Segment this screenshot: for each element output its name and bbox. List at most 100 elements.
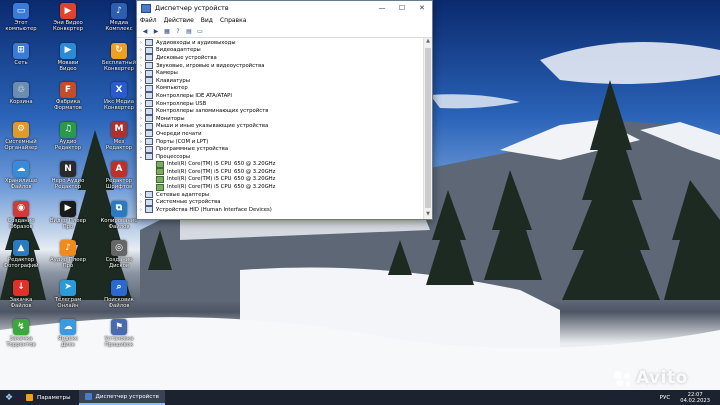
watermark: Avito <box>636 368 688 388</box>
desktop-icon-telegram[interactable]: ➤ Телеграм Онлайн <box>47 279 89 310</box>
desktop-icon-media[interactable]: ♪ Медиа Комплекс <box>98 3 140 33</box>
vertical-scrollbar[interactable]: ▲ ▼ <box>423 38 432 219</box>
processor-icon <box>156 183 164 191</box>
menu-help[interactable]: Справка <box>220 17 246 24</box>
chevron-right-icon[interactable]: › <box>137 40 145 46</box>
tree-category-label: Программные устройства <box>156 146 229 153</box>
processor-item[interactable]: Intel(R) Core(TM) i5 CPU 650 @ 3.20GHz <box>137 175 424 184</box>
desktop-icon-video-player[interactable]: ▶ Видео Плеер Про <box>47 200 89 231</box>
tree-category[interactable]: › Устройства HID (Human Interface Devices… <box>137 206 424 214</box>
desktop-icon-file-search[interactable]: ⌕ Поисковик Файлов <box>98 279 140 310</box>
desktop-icon-yandex-disk[interactable]: ☁ Яндекс Диск <box>47 319 89 349</box>
tree-category[interactable]: › Камеры <box>137 69 424 77</box>
desktop-icon-storage[interactable]: ☁ Хранилище Файлов <box>0 161 42 191</box>
processor-item[interactable]: Intel(R) Core(TM) i5 CPU 650 @ 3.20GHz <box>137 168 424 176</box>
taskbar-item-settings[interactable]: Параметры <box>20 390 77 405</box>
chevron-down-icon[interactable]: ⌄ <box>137 154 145 160</box>
chevron-right-icon[interactable]: › <box>137 63 145 69</box>
tree-category[interactable]: › Мониторы <box>137 115 424 123</box>
language-indicator[interactable]: РУС <box>660 395 671 401</box>
chevron-right-icon[interactable]: › <box>137 199 145 205</box>
forward-icon[interactable]: ▶ <box>152 27 160 35</box>
tree-category[interactable]: › Дисковые устройства <box>137 54 424 62</box>
tree-category[interactable]: › Контроллеры IDE ATA/ATAPI <box>137 92 424 100</box>
menu-action[interactable]: Действие <box>164 17 194 24</box>
chevron-right-icon[interactable]: › <box>137 70 145 76</box>
desktop-icon-editor[interactable]: M Мез Редактор <box>98 121 140 152</box>
desktop-icon-video-editor[interactable]: ▶ Мовави Видео <box>47 42 89 73</box>
desktop-icon-copy-files[interactable]: ⧉ Копирование Файлов <box>98 200 140 231</box>
tree-category[interactable]: › Звуковые, игровые и видеоустройства <box>137 62 424 70</box>
desktop-icon-font-editor[interactable]: A Редактор Шрифтов <box>98 161 140 191</box>
tree-category[interactable]: › Программные устройства <box>137 145 424 153</box>
tree-category[interactable]: ⌄ Процессоры <box>137 153 424 161</box>
tree-category[interactable]: › Контроллеры запоминающих устройств <box>137 107 424 115</box>
desktop-icon-network[interactable]: ⊞ Сеть <box>0 42 42 66</box>
desktop-icon-download[interactable]: ↓ Закачка Файлов <box>0 279 42 310</box>
desktop-icon-photo-editor[interactable]: ▲ Редактор Фотографий <box>0 240 42 270</box>
chevron-right-icon[interactable]: › <box>137 116 145 122</box>
maximize-button[interactable]: ☐ <box>392 1 412 15</box>
title-bar[interactable]: Диспетчер устройств — ☐ ✕ <box>137 1 432 15</box>
scroll-down-icon[interactable]: ▼ <box>424 211 432 219</box>
desktop-icon-nero[interactable]: N Неро Аудио Редактор <box>47 161 89 191</box>
chevron-right-icon[interactable]: › <box>137 47 145 53</box>
processor-item[interactable]: Intel(R) Core(TM) i5 CPU 650 @ 3.20GHz <box>137 160 424 169</box>
desktop-icon-computer[interactable]: ▭ Этот компьютер <box>0 3 42 33</box>
desktop-icon-torrent[interactable]: ↯ Закачка Торрентов <box>0 319 42 349</box>
desktop: ▭ Этот компьютер ▶ Эни Видео Конвертер ♪ Меди… <box>0 0 720 390</box>
desktop-icon-video-converter[interactable]: ▶ Эни Видео Конвертер <box>47 3 89 33</box>
help-icon[interactable]: ? <box>174 27 182 35</box>
properties-icon[interactable]: ▦ <box>163 27 171 35</box>
device-manager-window[interactable]: Диспетчер устройств — ☐ ✕ Файл Действие … <box>136 0 433 220</box>
desktop-icon-media-converter[interactable]: X Икс Медиа Конвертер <box>98 82 140 112</box>
tree-category[interactable]: › Компьютер <box>137 84 424 93</box>
chevron-right-icon[interactable]: › <box>137 146 145 152</box>
tree-category[interactable]: › Контроллеры USB <box>137 100 424 108</box>
tree-category[interactable]: › Мыши и иные указывающие устройства <box>137 122 424 131</box>
tree-category[interactable]: › Порты (COM и LPT) <box>137 138 424 146</box>
desktop-icon-audio-editor[interactable]: ♫ Аудио Редактор <box>47 121 89 152</box>
chevron-right-icon[interactable]: › <box>137 85 145 91</box>
desktop-icon-firmware[interactable]: ⚑ Установка Прошивок <box>98 319 140 349</box>
chevron-right-icon[interactable]: › <box>137 207 145 213</box>
desktop-icon-format-factory[interactable]: F Фабрика Форматов <box>47 82 89 112</box>
desktop-icon-recycle-bin[interactable]: ♲ Корзина <box>0 82 42 105</box>
chevron-right-icon[interactable]: › <box>137 55 145 61</box>
chevron-right-icon[interactable]: › <box>137 93 145 99</box>
menu-view[interactable]: Вид <box>201 17 213 24</box>
start-button[interactable]: ❖ <box>0 390 18 405</box>
close-button[interactable]: ✕ <box>412 1 432 15</box>
tree-category[interactable]: › Системные устройства <box>137 198 424 206</box>
chevron-right-icon[interactable]: › <box>137 131 145 137</box>
desktop-icon-label: Яндекс Диск <box>57 336 79 349</box>
desktop-icon-disc-burner[interactable]: ◎ Создание Дисков <box>98 240 140 270</box>
chevron-right-icon[interactable]: › <box>137 139 145 145</box>
processor-item[interactable]: Intel(R) Core(TM) i5 CPU 650 @ 3.20GHz <box>137 183 424 191</box>
desktop-icon-disc-image[interactable]: ◉ Создание Образов <box>0 200 42 231</box>
chevron-right-icon[interactable]: › <box>137 78 145 84</box>
copy-files-icon: ⧉ <box>111 200 127 217</box>
desktop-icon-audio-player[interactable]: ♪ Аудио Плеер Про <box>47 240 89 270</box>
disc-image-icon: ◉ <box>13 200 29 217</box>
chevron-right-icon[interactable]: › <box>137 123 145 129</box>
monitor-icon[interactable]: ▭ <box>196 27 204 35</box>
minimize-button[interactable]: — <box>372 1 392 15</box>
desktop-icon-converter[interactable]: ↻ Бесплатный Конвертер <box>98 42 140 73</box>
menu-file[interactable]: Файл <box>140 17 157 24</box>
tree-category[interactable]: › Клавиатуры <box>137 77 424 85</box>
tree-category[interactable]: › Видеоадаптеры <box>137 46 424 55</box>
back-icon[interactable]: ◀ <box>141 27 149 35</box>
scroll-up-icon[interactable]: ▲ <box>424 38 432 46</box>
chevron-right-icon[interactable]: › <box>137 192 145 198</box>
desktop-icon-organizer[interactable]: ⚙ Системный Органайзер <box>0 121 42 152</box>
details-icon[interactable]: ▤ <box>185 27 193 35</box>
tree-category[interactable]: › Аудиовходы и аудиовыходы <box>137 39 424 47</box>
clock[interactable]: 22:07 04.02.2023 <box>680 392 710 404</box>
scroll-thumb[interactable] <box>425 48 431 208</box>
chevron-right-icon[interactable]: › <box>137 101 145 107</box>
chevron-right-icon[interactable]: › <box>137 108 145 114</box>
tree-category[interactable]: › Сетевые адаптеры <box>137 191 424 199</box>
taskbar-item-device-manager[interactable]: Диспетчер устройств <box>78 390 165 405</box>
tree-category[interactable]: › Очереди печати <box>137 130 424 138</box>
